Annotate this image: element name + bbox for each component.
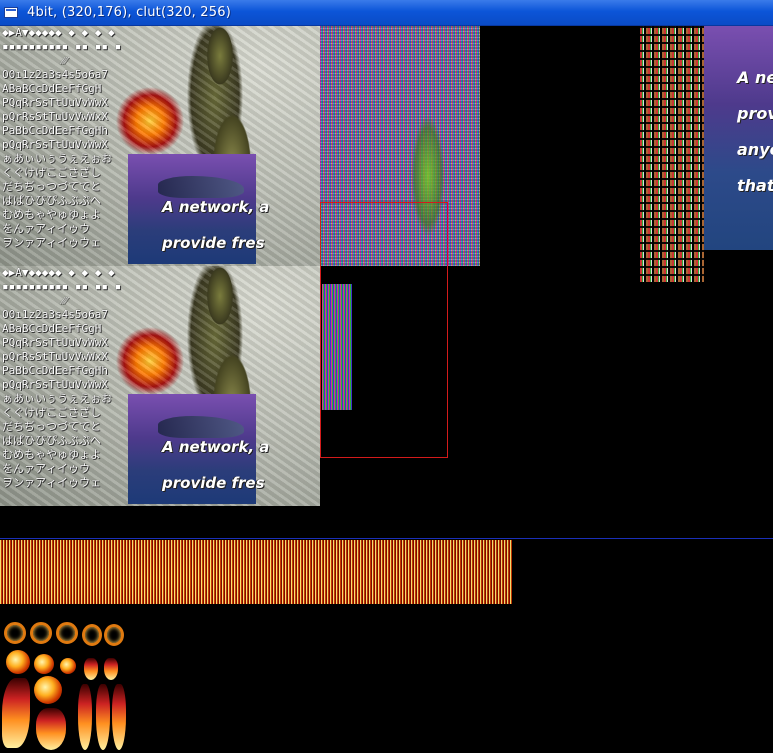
fire-ring-sprite — [30, 622, 52, 644]
banner-line-1: A network, a — [162, 438, 270, 456]
ship-silhouette — [158, 176, 244, 198]
fire-ring-sprite — [82, 624, 102, 646]
font-sheet-top: ◆▶A▼◆◆◆◆◆ ◆ ◆ ◆ ◆ ▪▪▪▪▪▪▪▪▪▪ ▪▪ ▪▪ ▪ ⁄⁄⁄ … — [0, 26, 320, 266]
glyph-row: ▪▪▪▪▪▪▪▪▪▪ ▪▪ ▪▪ ▪ — [2, 40, 122, 53]
fire-orb-sprite — [34, 676, 62, 704]
fire-orb-sprite — [60, 658, 76, 674]
glyph-row: PaBbCcDdEeFfGgHh — [2, 364, 108, 377]
fire-orb-sprite — [6, 650, 30, 674]
banner-small-top: A network, a provide fres — [128, 154, 269, 264]
banner-large-line-2: prov — [737, 104, 773, 123]
glyph-row: ⁄⁄⁄ — [2, 54, 81, 67]
flame-sprite — [104, 658, 118, 680]
ship-silhouette — [158, 416, 244, 438]
page-divider — [0, 538, 773, 539]
flame-sprite — [2, 678, 30, 748]
texture-fragments — [640, 26, 704, 282]
glyph-row: pQrRsStTuUvVwWxX — [2, 110, 108, 123]
window-title: 4bit, (320,176), clut(320, 256) — [27, 5, 231, 20]
banner-large: A ne prov anyo that — [704, 26, 773, 250]
glyph-row: pQqRrSsTtUuVvWwX — [2, 138, 108, 151]
glyph-row: pQrRsStTuUvVwWxX — [2, 350, 108, 363]
fire-ring-sprite — [4, 622, 26, 644]
flame-sprite — [112, 684, 126, 750]
flame-sprite — [36, 708, 66, 750]
glyph-row: PaBbCcDdEeFfGgHh — [2, 124, 108, 137]
banner-large-line-1: A ne — [737, 68, 773, 87]
glyph-row: ABaBCcDdEeFfGgH — [2, 322, 102, 335]
glyph-row: ◆▶A▼◆◆◆◆◆ ◆ ◆ ◆ ◆ — [2, 26, 115, 39]
glyph-row: pQqRrSsTtUuVvWwX — [2, 378, 108, 391]
fire-ring-sprite — [104, 624, 124, 646]
glyph-row: PQqRrSsTtUuVvWwX — [2, 96, 108, 109]
banner-line-1: A network, a — [162, 198, 270, 216]
glyph-row: ⁄⁄⁄ — [2, 294, 81, 307]
fire-texture-strip — [0, 540, 512, 604]
glyph-row: PQqRrSsTtUuVvWwX — [2, 336, 108, 349]
flame-sprite — [96, 684, 110, 750]
banner-large-line-4: that — [737, 176, 773, 195]
title-bar[interactable]: 4bit, (320,176), clut(320, 256) — [0, 0, 773, 26]
banner-small-bottom: A network, a provide fres — [128, 394, 269, 504]
glyph-row: O0ı1z2a3s4s5o6a7 — [2, 68, 108, 81]
fire-sprite-sheet — [0, 618, 128, 753]
banner-line-2: provide fres — [162, 474, 265, 492]
fire-ring-sprite — [56, 622, 78, 644]
glyph-row: O0ı1z2a3s4s5o6a7 — [2, 308, 108, 321]
glyph-row: ◆▶A▼◆◆◆◆◆ ◆ ◆ ◆ ◆ — [2, 266, 115, 279]
vram-canvas[interactable]: ◆▶A▼◆◆◆◆◆ ◆ ◆ ◆ ◆ ▪▪▪▪▪▪▪▪▪▪ ▪▪ ▪▪ ▪ ⁄⁄⁄ … — [0, 26, 773, 753]
banner-large-line-3: anyo — [737, 140, 773, 159]
font-sheet-bottom: ◆▶A▼◆◆◆◆◆ ◆ ◆ ◆ ◆ ▪▪▪▪▪▪▪▪▪▪ ▪▪ ▪▪ ▪ ⁄⁄⁄ … — [0, 266, 320, 506]
glitch-strip — [322, 284, 352, 410]
flame-sprite — [84, 658, 98, 680]
banner-line-2: provide fres — [162, 234, 265, 252]
glyph-row: ▪▪▪▪▪▪▪▪▪▪ ▪▪ ▪▪ ▪ — [2, 280, 122, 293]
app-window-icon[interactable] — [4, 7, 18, 18]
fire-orb-sprite — [34, 654, 54, 674]
flame-sprite — [78, 684, 92, 750]
glyph-row: ABaBCcDdEeFfGgH — [2, 82, 102, 95]
